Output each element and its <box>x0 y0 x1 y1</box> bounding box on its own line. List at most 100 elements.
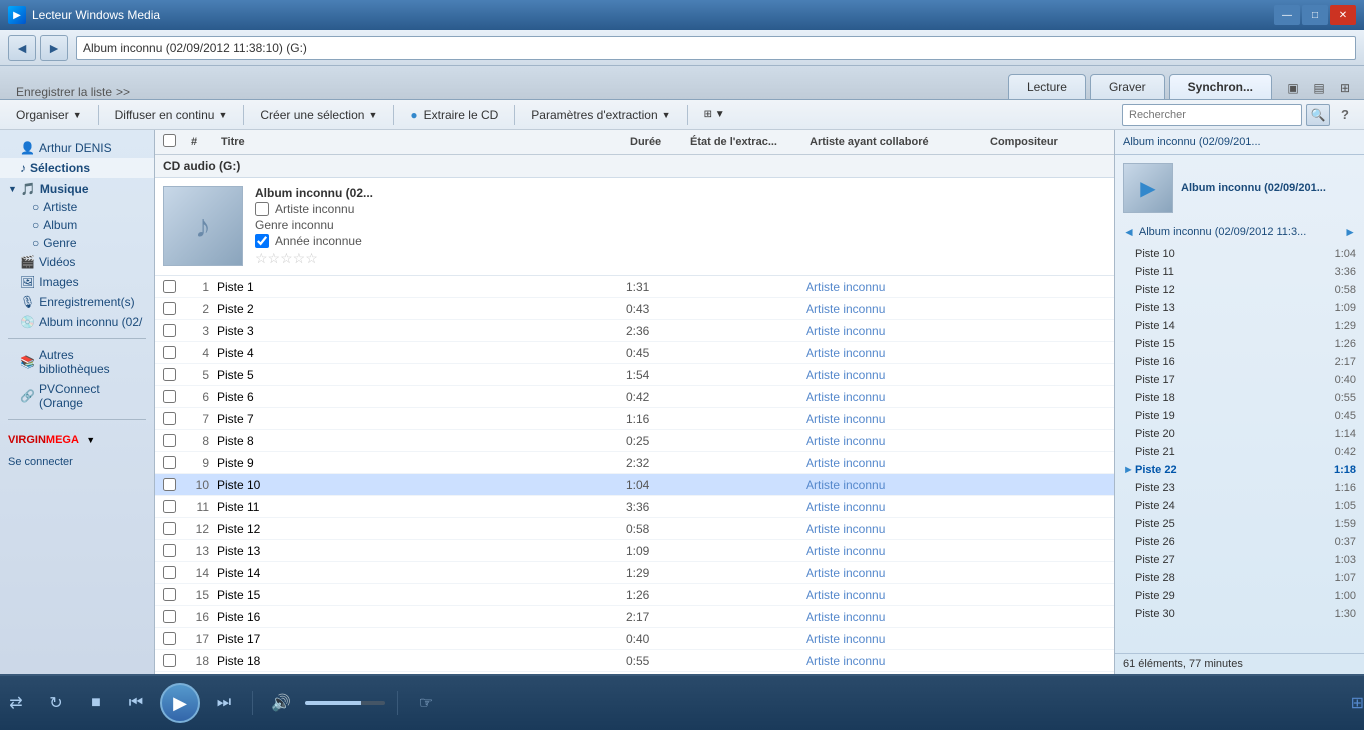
track-checkbox[interactable] <box>163 588 176 601</box>
table-row[interactable]: 14 Piste 14 1:29 Artiste inconnu <box>155 562 1114 584</box>
table-row[interactable]: 2 Piste 2 0:43 Artiste inconnu <box>155 298 1114 320</box>
track-checkbox[interactable] <box>163 456 176 469</box>
table-row[interactable]: 8 Piste 8 0:25 Artiste inconnu <box>155 430 1114 452</box>
table-row[interactable]: 5 Piste 5 1:54 Artiste inconnu <box>155 364 1114 386</box>
creer-button[interactable]: Créer une sélection ▼ <box>252 103 385 127</box>
list-item[interactable]: Piste 27 1:03 <box>1115 551 1364 569</box>
search-input[interactable] <box>1122 104 1302 126</box>
list-item[interactable]: Piste 25 1:59 <box>1115 515 1364 533</box>
sidebar-item-musique[interactable]: ▼ 🎵 Musique <box>0 178 154 198</box>
se-connecter-link[interactable]: Se connecter <box>0 452 154 472</box>
organiser-button[interactable]: Organiser ▼ <box>8 103 90 127</box>
track-checkbox[interactable] <box>163 368 176 381</box>
list-item[interactable]: Piste 23 1:16 <box>1115 479 1364 497</box>
track-checkbox[interactable] <box>163 390 176 403</box>
repeat-button[interactable]: ↻ <box>40 687 72 719</box>
sidebar-item-videos[interactable]: 🎬 Vidéos <box>0 252 154 272</box>
right-panel-nav-left[interactable]: ◄ <box>1123 225 1135 239</box>
list-item[interactable]: Piste 13 1:09 <box>1115 299 1364 317</box>
track-checkbox[interactable] <box>163 632 176 645</box>
table-row[interactable]: 4 Piste 4 0:45 Artiste inconnu <box>155 342 1114 364</box>
layout-btn-1[interactable]: ▣ <box>1282 77 1304 99</box>
table-row[interactable]: 10 Piste 10 1:04 Artiste inconnu <box>155 474 1114 496</box>
hand-button[interactable]: ☞ <box>410 687 442 719</box>
play-button[interactable]: ▶ <box>160 683 200 723</box>
extraire-button[interactable]: ● Extraire le CD <box>402 103 506 127</box>
layout-btn-3[interactable]: ⊞ <box>1334 77 1356 99</box>
sidebar-item-user[interactable]: 👤 Arthur DENIS <box>0 138 154 158</box>
track-checkbox[interactable] <box>163 302 176 315</box>
list-item[interactable]: Piste 30 1:30 <box>1115 605 1364 623</box>
volume-button[interactable]: 🔊 <box>265 687 297 719</box>
table-row[interactable]: 16 Piste 16 2:17 Artiste inconnu <box>155 606 1114 628</box>
prev-button[interactable]: ⏮ <box>120 687 152 719</box>
table-row[interactable]: 11 Piste 11 3:36 Artiste inconnu <box>155 496 1114 518</box>
parametres-button[interactable]: Paramètres d'extraction ▼ <box>523 103 678 127</box>
table-row[interactable]: 12 Piste 12 0:58 Artiste inconnu <box>155 518 1114 540</box>
track-checkbox[interactable] <box>163 324 176 337</box>
list-item[interactable]: Piste 14 1:29 <box>1115 317 1364 335</box>
table-row[interactable]: 19 Piste 19 0:45 Artiste inconnu <box>155 672 1114 674</box>
virginmega-button[interactable]: VIRGINMEGA ▼ <box>0 426 154 452</box>
track-checkbox[interactable] <box>163 478 176 491</box>
col-titre-header[interactable]: Titre <box>217 134 626 150</box>
grid-button[interactable]: ⊞ <box>1351 693 1364 713</box>
layout-btn-2[interactable]: ▤ <box>1308 77 1330 99</box>
sidebar-item-images[interactable]: 🖼 Images <box>0 272 154 292</box>
table-row[interactable]: 18 Piste 18 0:55 Artiste inconnu <box>155 650 1114 672</box>
list-item[interactable]: Piste 29 1:00 <box>1115 587 1364 605</box>
forward-button[interactable]: ► <box>40 35 68 61</box>
list-item[interactable]: Piste 26 0:37 <box>1115 533 1364 551</box>
next-button[interactable]: ⏭ <box>208 687 240 719</box>
select-all-checkbox[interactable] <box>163 134 176 147</box>
right-panel-nav-right[interactable]: ► <box>1344 225 1356 239</box>
table-row[interactable]: 6 Piste 6 0:42 Artiste inconnu <box>155 386 1114 408</box>
col-artiste-header[interactable]: Artiste ayant collaboré <box>806 134 986 150</box>
list-item[interactable]: Piste 11 3:36 <box>1115 263 1364 281</box>
col-num-header[interactable]: # <box>187 134 217 150</box>
diffuser-button[interactable]: Diffuser en continu ▼ <box>107 103 236 127</box>
list-item[interactable]: ► Piste 22 1:18 <box>1115 461 1364 479</box>
tab-graver[interactable]: Graver <box>1090 74 1165 99</box>
list-item[interactable]: Piste 24 1:05 <box>1115 497 1364 515</box>
sidebar-item-genre[interactable]: ○ Genre <box>0 234 154 252</box>
maximize-button[interactable]: □ <box>1302 5 1328 25</box>
track-checkbox[interactable] <box>163 654 176 667</box>
list-item[interactable]: Piste 28 1:07 <box>1115 569 1364 587</box>
tab-synchron[interactable]: Synchron... <box>1169 74 1272 99</box>
album-stars[interactable]: ☆☆☆☆☆ <box>255 250 373 267</box>
col-compositeur-header[interactable]: Compositeur <box>986 134 1106 150</box>
col-duree-header[interactable]: Durée <box>626 134 686 150</box>
track-checkbox[interactable] <box>163 346 176 359</box>
list-item[interactable]: Piste 18 0:55 <box>1115 389 1364 407</box>
list-item[interactable]: Piste 21 0:42 <box>1115 443 1364 461</box>
list-item[interactable]: Piste 20 1:14 <box>1115 425 1364 443</box>
save-list-label[interactable]: Enregistrer la liste <box>16 85 112 99</box>
artist-checkbox[interactable] <box>255 202 269 216</box>
track-checkbox[interactable] <box>163 544 176 557</box>
volume-slider[interactable] <box>305 701 385 705</box>
track-checkbox[interactable] <box>163 522 176 535</box>
table-row[interactable]: 7 Piste 7 1:16 Artiste inconnu <box>155 408 1114 430</box>
col-etat-header[interactable]: État de l'extrac... <box>686 134 806 150</box>
address-bar[interactable]: Album inconnu (02/09/2012 11:38:10) (G:) <box>76 36 1356 60</box>
extra-label[interactable]: >> <box>116 85 130 99</box>
close-button[interactable]: ✕ <box>1330 5 1356 25</box>
list-item[interactable]: Piste 19 0:45 <box>1115 407 1364 425</box>
sidebar-item-album-inconnu[interactable]: 💿 Album inconnu (02/ <box>0 312 154 332</box>
minimize-button[interactable]: — <box>1274 5 1300 25</box>
track-checkbox[interactable] <box>163 610 176 623</box>
sidebar-item-pvconnect[interactable]: 🔗 PVConnect (Orange <box>0 379 154 413</box>
table-row[interactable]: 9 Piste 9 2:32 Artiste inconnu <box>155 452 1114 474</box>
back-button[interactable]: ◄ <box>8 35 36 61</box>
search-button[interactable]: 🔍 <box>1306 104 1330 126</box>
list-item[interactable]: Piste 12 0:58 <box>1115 281 1364 299</box>
list-item[interactable]: Piste 16 2:17 <box>1115 353 1364 371</box>
table-row[interactable]: 13 Piste 13 1:09 Artiste inconnu <box>155 540 1114 562</box>
track-checkbox[interactable] <box>163 280 176 293</box>
track-checkbox[interactable] <box>163 434 176 447</box>
sidebar-item-enregistrement[interactable]: 🎙 Enregistrement(s) <box>0 292 154 312</box>
sidebar-item-artiste[interactable]: ○ Artiste <box>0 198 154 216</box>
list-item[interactable]: Piste 17 0:40 <box>1115 371 1364 389</box>
list-item[interactable]: Piste 15 1:26 <box>1115 335 1364 353</box>
